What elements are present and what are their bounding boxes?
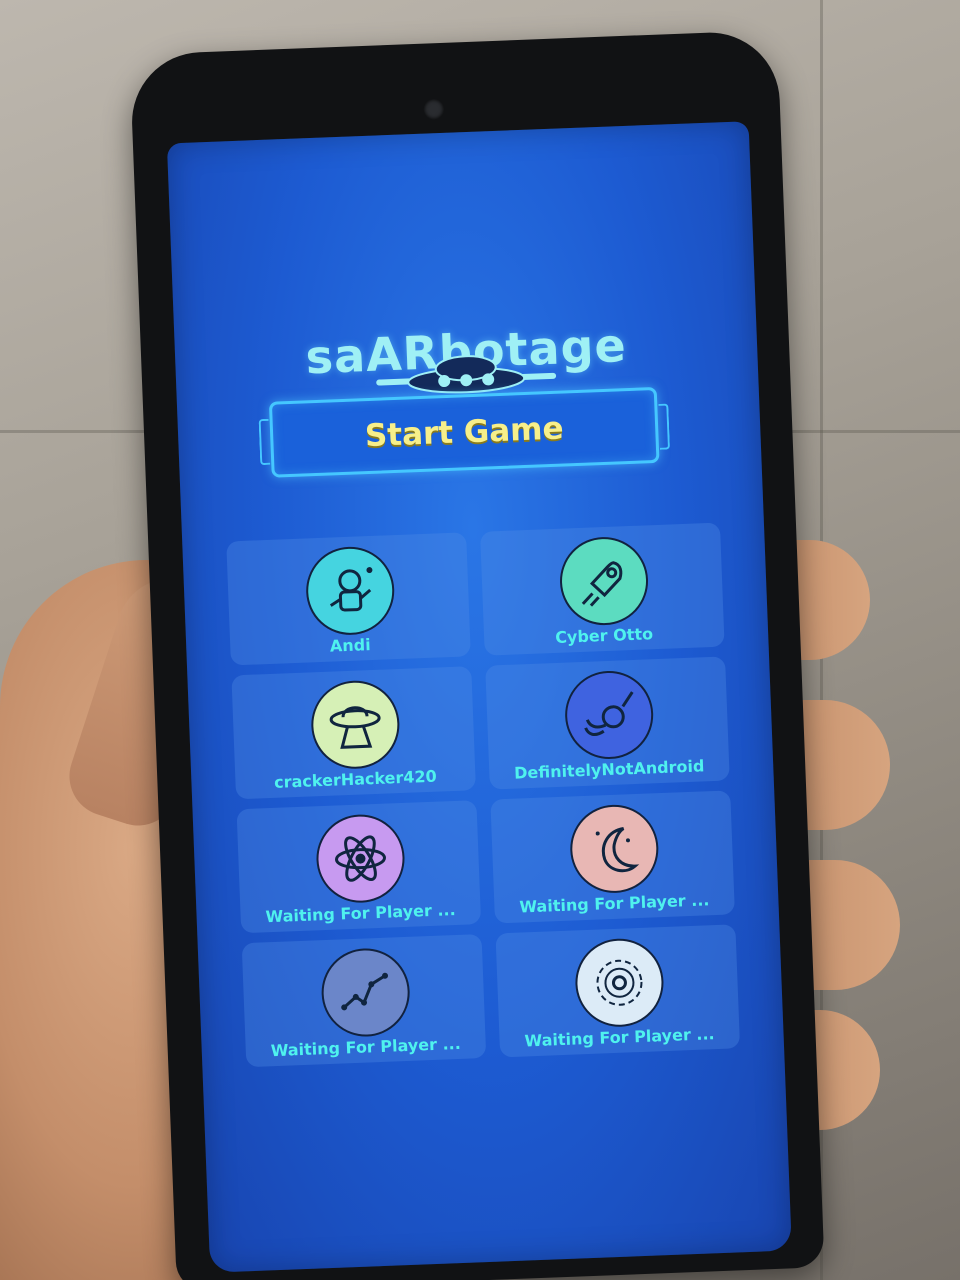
- avatar: [304, 545, 396, 637]
- ufo-icon: [329, 706, 381, 749]
- phone-device: saARbotage Start Game Andi Cyber Otto cr…: [129, 30, 825, 1280]
- avatar: [568, 803, 660, 895]
- moon-icon: [595, 827, 640, 873]
- player-grid: Andi Cyber Otto crackerHacker420 Definit…: [226, 522, 742, 1068]
- avatar: [563, 669, 655, 761]
- player-slot[interactable]: Waiting For Player ...: [241, 934, 487, 1068]
- player-slot[interactable]: crackerHacker420: [231, 666, 476, 800]
- avatar: [573, 937, 666, 1029]
- player-slot[interactable]: Waiting For Player ...: [490, 790, 735, 924]
- atom-icon: [335, 835, 386, 882]
- astronaut-icon: [329, 567, 373, 612]
- start-game-button[interactable]: Start Game: [268, 386, 660, 478]
- player-name: Cyber Otto: [554, 624, 654, 647]
- rocket-icon: [581, 561, 623, 607]
- player-name: Waiting For Player ...: [524, 1024, 715, 1051]
- player-slot[interactable]: Cyber Otto: [480, 522, 725, 656]
- comet-icon: [584, 691, 634, 736]
- player-name: Waiting For Player ...: [270, 1033, 462, 1061]
- avatar: [309, 679, 402, 771]
- player-name: Waiting For Player ...: [519, 890, 710, 917]
- app-screen: saARbotage Start Game Andi Cyber Otto cr…: [166, 121, 792, 1273]
- player-slot[interactable]: Andi: [226, 532, 471, 666]
- avatar: [558, 535, 650, 627]
- player-slot[interactable]: Waiting For Player ...: [236, 800, 482, 934]
- constellation-icon: [341, 972, 389, 1011]
- photo-scene: saARbotage Start Game Andi Cyber Otto cr…: [0, 0, 960, 1280]
- start-game-label: Start Game: [364, 410, 565, 455]
- avatar: [314, 812, 407, 905]
- player-name: Waiting For Player ...: [265, 900, 456, 927]
- avatar: [319, 946, 412, 1039]
- player-slot[interactable]: DefinitelyNotAndroid: [485, 656, 730, 790]
- front-camera: [423, 98, 445, 120]
- player-name: Andi: [329, 635, 372, 656]
- player-name: crackerHacker420: [273, 766, 438, 792]
- player-slot[interactable]: Waiting For Player ...: [495, 924, 741, 1058]
- galaxy-icon: [596, 959, 643, 1006]
- player-name: DefinitelyNotAndroid: [513, 756, 705, 783]
